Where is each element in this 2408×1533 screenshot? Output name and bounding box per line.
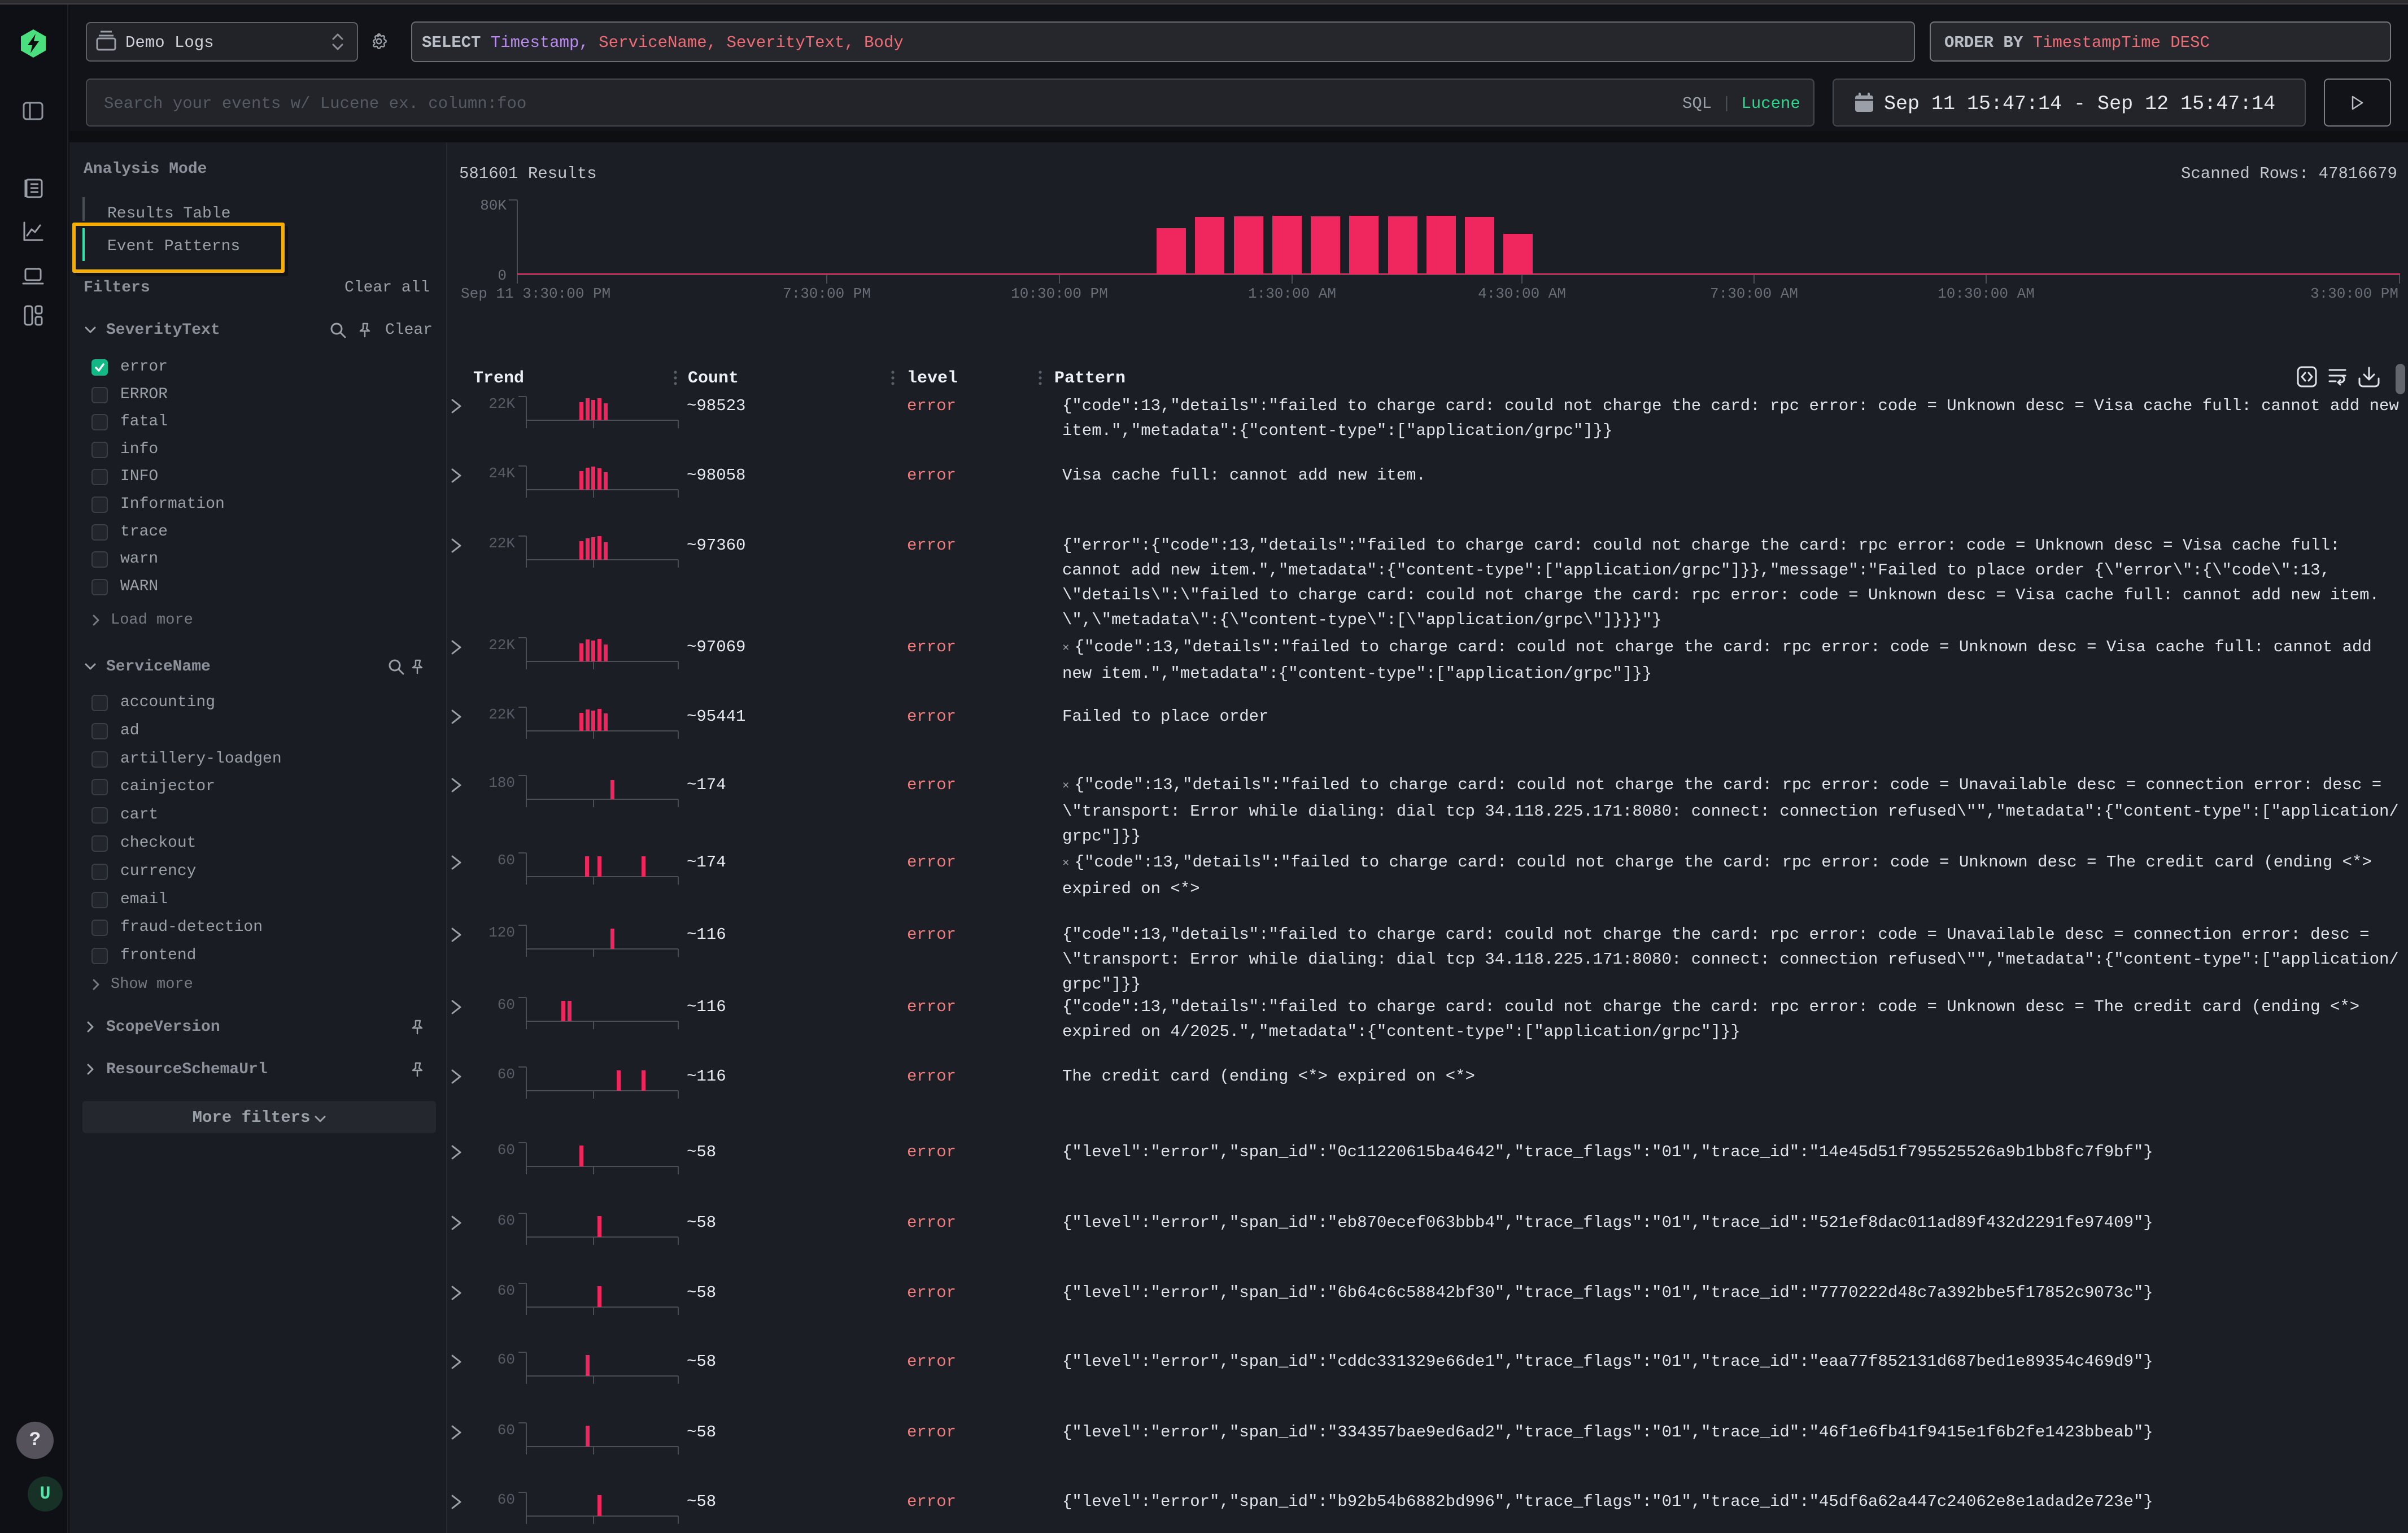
svg-text:80K: 80K: [480, 197, 507, 214]
svg-text:Sep 11 3:30:00 PM: Sep 11 3:30:00 PM: [461, 285, 610, 302]
svg-text:1:30:00 AM: 1:30:00 AM: [1248, 285, 1336, 302]
svg-text:10:30:00 PM: 10:30:00 PM: [1011, 285, 1108, 302]
svg-text:7:30:00 AM: 7:30:00 AM: [1710, 285, 1798, 302]
svg-text:10:30:00 AM: 10:30:00 AM: [1938, 285, 2035, 302]
svg-text:0: 0: [498, 267, 507, 284]
svg-text:3:30:00 PM: 3:30:00 PM: [2310, 285, 2398, 302]
svg-text:4:30:00 AM: 4:30:00 AM: [1478, 285, 1566, 302]
svg-text:7:30:00 PM: 7:30:00 PM: [783, 285, 871, 302]
